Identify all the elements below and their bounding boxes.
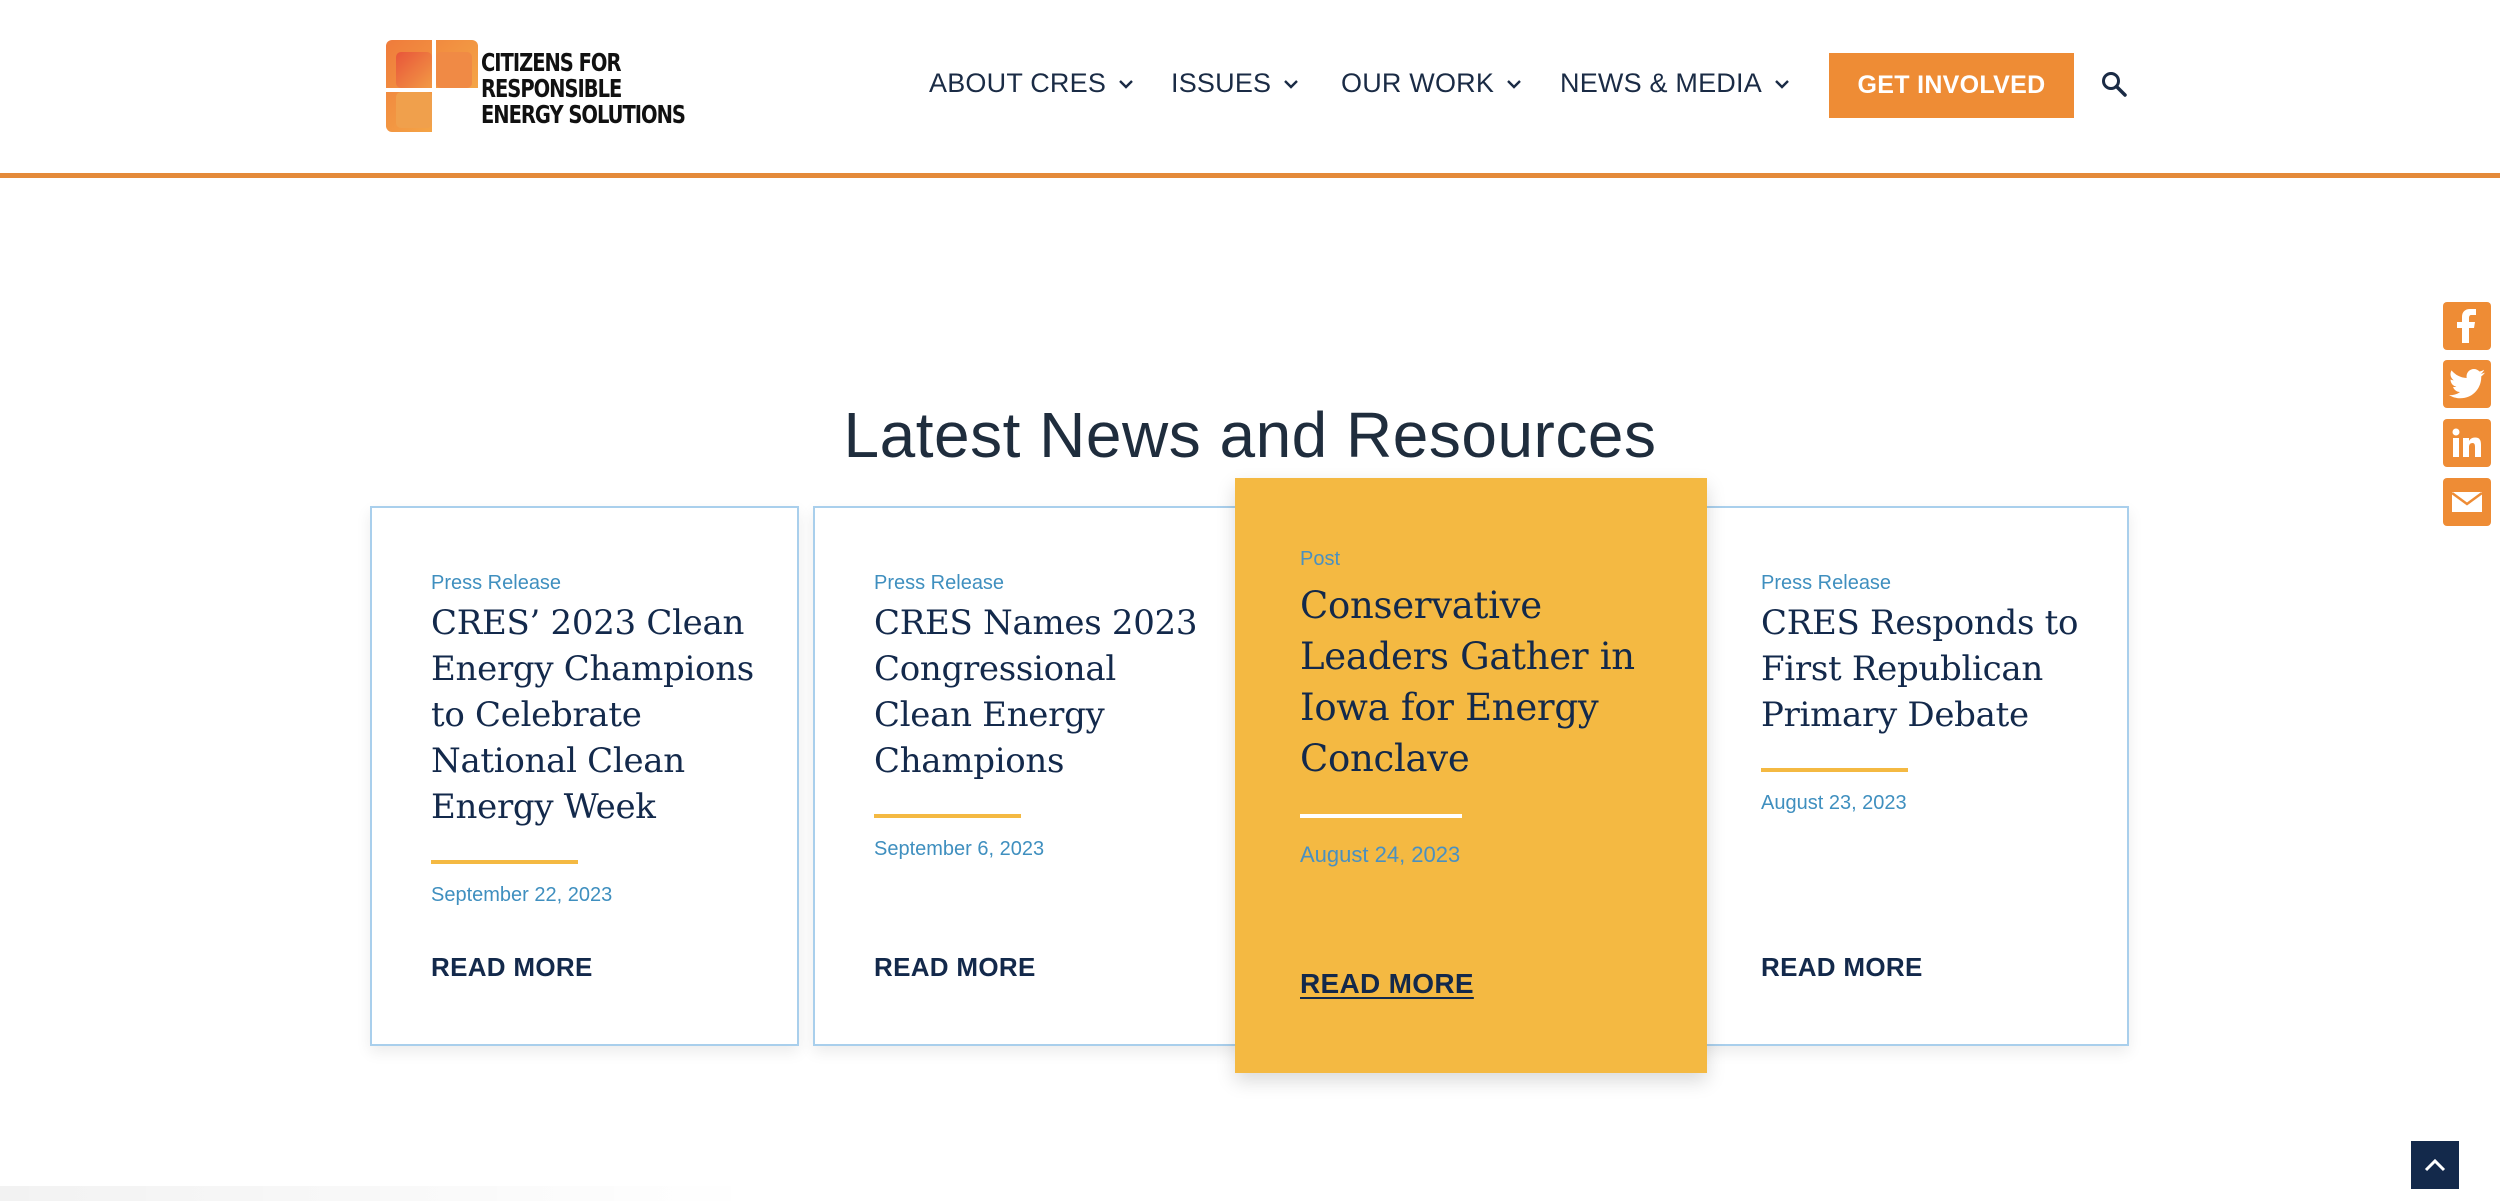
logo-text: CITIZENS FOR RESPONSIBLE ENERGY SOLUTION… [481,48,686,129]
card-title-line: National Clean [431,741,685,781]
card-category: Press Release [431,572,562,594]
logo-line-3: ENERGY SOLUTIONS [481,100,686,129]
card-category: Press Release [874,572,1005,594]
news-card[interactable]: Press Release CRES’ 2023 Clean Energy Ch… [370,506,799,1046]
cookie-bar-shadow [0,1186,760,1201]
logo-line-2: RESPONSIBLE [481,74,622,103]
card-title-line: Clean Energy [874,695,1105,735]
card-title-line: Energy Week [431,787,656,827]
chevron-down-icon [1284,79,1299,89]
nav-item-about[interactable]: ABOUT CRES [929,68,1134,99]
site-logo[interactable]: CITIZENS FOR RESPONSIBLE ENERGY SOLUTION… [386,40,686,132]
card-title[interactable]: Conservative Leaders Gather in Iowa for … [1300,580,1690,784]
nav-item-label: ABOUT CRES [929,68,1107,98]
logo-mark-icon [386,40,478,132]
card-title-line: Leaders Gather in [1300,635,1635,678]
read-more-link[interactable]: READ MORE [874,952,1036,983]
card-title-line: Congressional [874,649,1116,689]
card-date: September 6, 2023 [874,838,1045,860]
card-divider [431,860,578,864]
linkedin-icon [2452,428,2481,457]
card-date: August 24, 2023 [1300,842,1461,867]
chevron-down-icon [1119,79,1133,89]
card-title-line: CRES Responds to [1761,603,2079,643]
card-category: Post [1300,548,1341,570]
nav-item-our-work[interactable]: OUR WORK [1341,68,1522,99]
logo-line-1: CITIZENS FOR [481,48,622,77]
card-title-line: Conservative [1300,584,1542,627]
nav-item-issues[interactable]: ISSUES [1171,68,1299,99]
chevron-down-icon [1507,79,1521,89]
card-title-line: Primary Debate [1761,695,2029,735]
card-title-line: Energy Champions [431,649,754,689]
card-date: August 23, 2023 [1761,792,1907,814]
card-title[interactable]: CRES Responds to First Republican Primar… [1761,600,2101,738]
card-title-line: Champions [874,741,1065,781]
chevron-up-icon [2424,1158,2446,1172]
read-more-link[interactable]: READ MORE [1761,952,1923,983]
card-date: September 22, 2023 [431,884,613,906]
share-linkedin-button[interactable] [2443,419,2491,467]
section-title: Latest News and Resources [843,399,1657,471]
share-twitter-button[interactable] [2443,360,2491,408]
search-icon[interactable] [2100,70,2128,98]
nav-item-label: ISSUES [1171,68,1272,98]
facebook-icon [2457,309,2476,343]
card-title-line: to Celebrate [431,695,642,735]
share-email-button[interactable] [2443,478,2491,526]
nav-item-label: OUR WORK [1341,68,1495,98]
card-title-line: Iowa for Energy [1300,686,1599,729]
card-title[interactable]: CRES’ 2023 Clean Energy Champions to Cel… [431,600,771,830]
card-divider [1761,768,1908,772]
back-to-top-button[interactable] [2411,1141,2459,1189]
card-title-line: CRES’ 2023 Clean [431,603,745,643]
site-header: CITIZENS FOR RESPONSIBLE ENERGY SOLUTION… [0,0,2500,178]
get-involved-button[interactable]: GET INVOLVED [1829,53,2074,118]
chevron-down-icon [1775,79,1789,89]
card-divider [1300,814,1462,818]
news-card[interactable]: Press Release CRES Responds to First Rep… [1697,506,2129,1046]
read-more-link[interactable]: READ MORE [1300,968,1474,1000]
email-icon [2451,491,2483,512]
card-category: Press Release [1761,572,1892,594]
news-card[interactable]: Press Release CRES Names 2023 Congressio… [813,506,1243,1046]
card-divider [874,814,1021,818]
nav-item-label: NEWS & MEDIA [1560,68,1762,98]
share-facebook-button[interactable] [2443,302,2491,350]
nav-item-news-media[interactable]: NEWS & MEDIA [1560,68,1790,99]
news-card-featured[interactable]: Post Conservative Leaders Gather in Iowa… [1235,478,1707,1073]
card-title-line: CRES Names 2023 [874,603,1198,643]
read-more-link[interactable]: READ MORE [431,952,593,983]
card-title[interactable]: CRES Names 2023 Congressional Clean Ener… [874,600,1214,784]
twitter-icon [2449,369,2485,399]
card-title-line: First Republican [1761,649,2043,689]
card-title-line: Conclave [1300,737,1470,780]
